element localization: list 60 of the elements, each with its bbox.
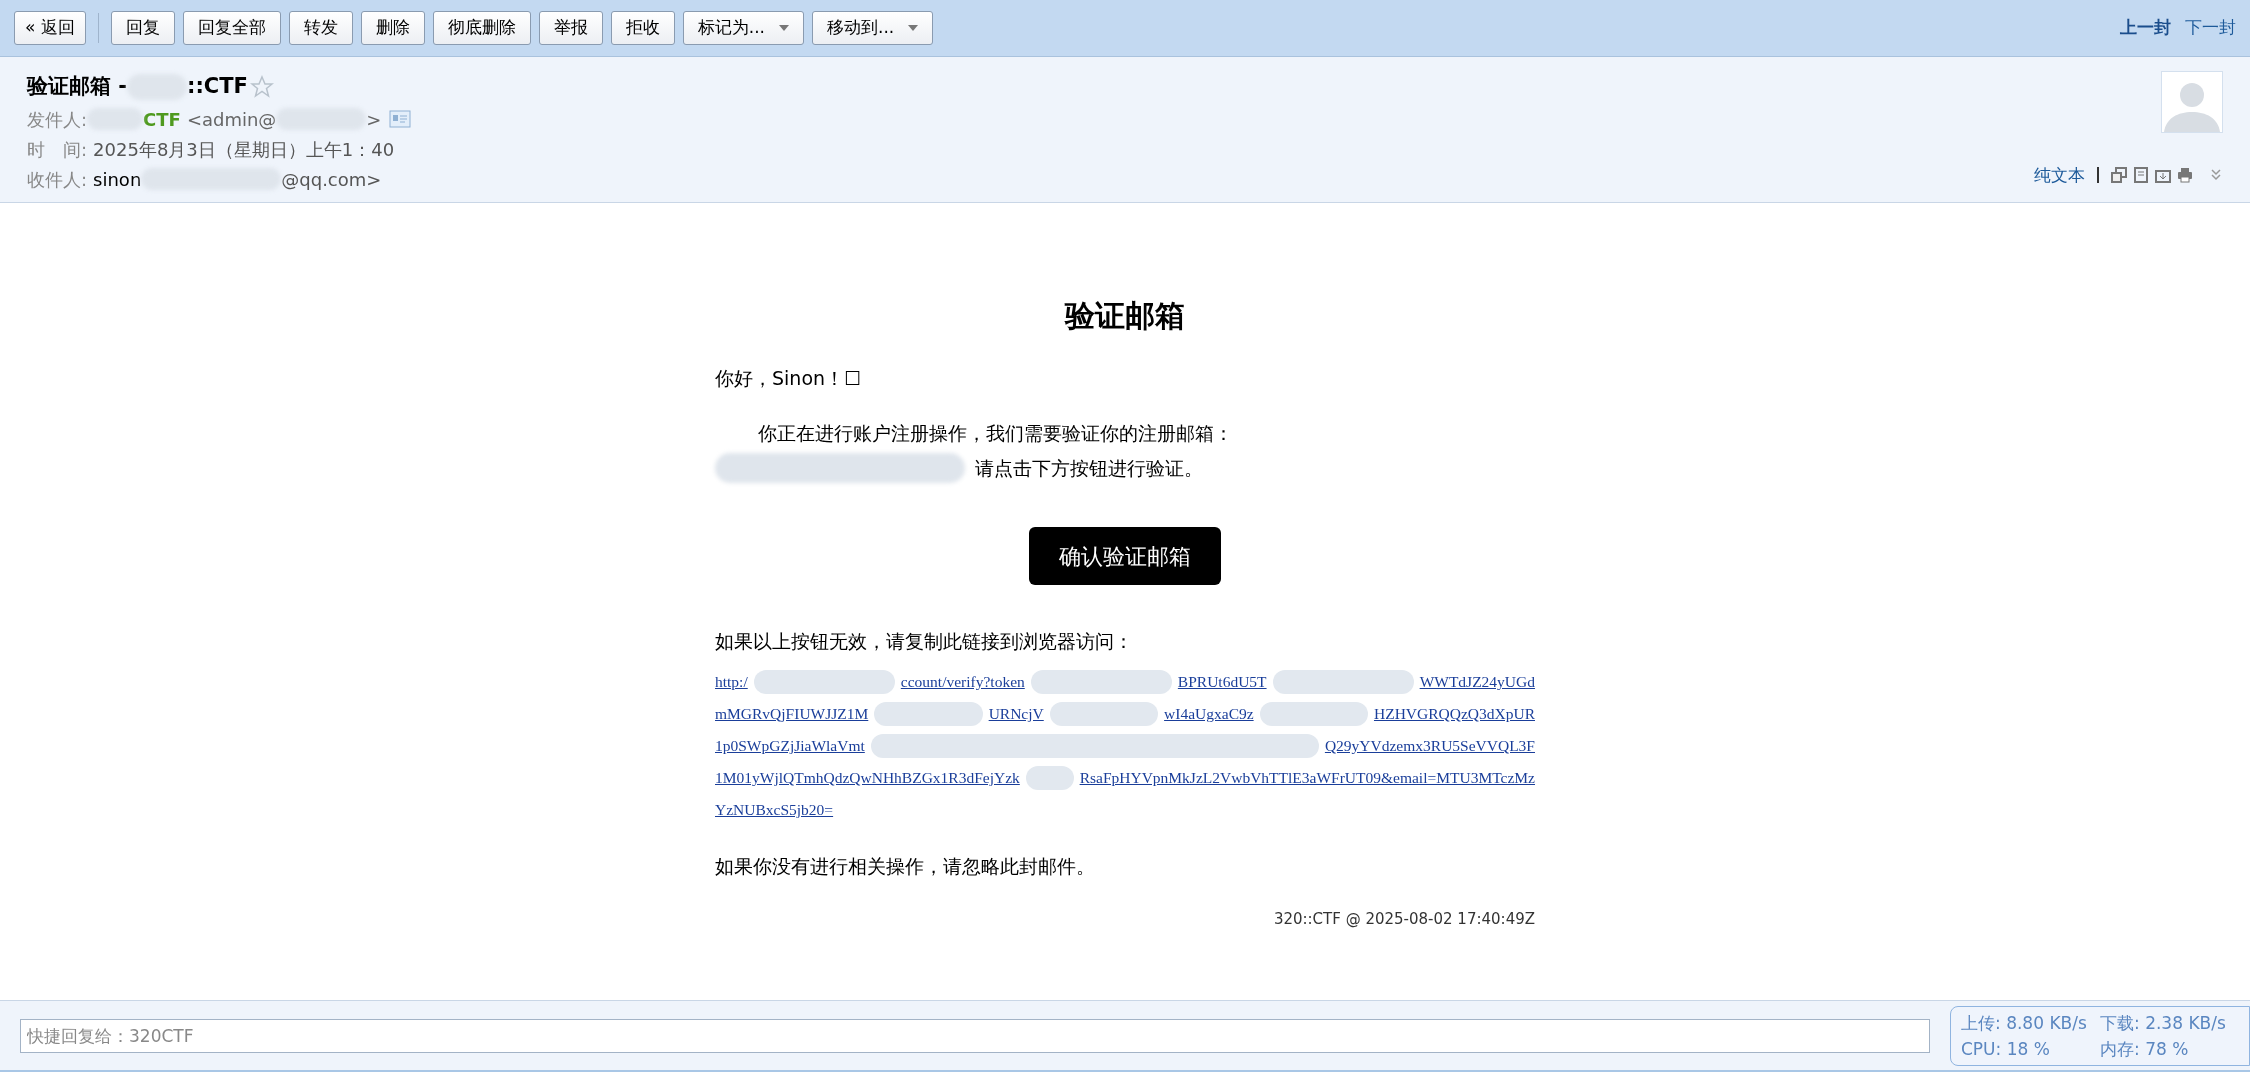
greeting: 你好，Sinon！☐: [715, 366, 863, 391]
confirm-button[interactable]: 确认验证邮箱: [1029, 527, 1221, 585]
quick-reply-field[interactable]: 快捷回复给：320CTF: [20, 1018, 1930, 1053]
verify-link[interactable]: HZHVGRQQzQ3dXpUR: [1373, 701, 1535, 726]
previous-link[interactable]: 上一封: [2120, 15, 2171, 41]
verify-link[interactable]: RsaFpHYVpnMkJzL2VwbVhTTlE3aWFrUT09&email=MTU3MTczMz: [1079, 765, 1535, 790]
window-icon[interactable]: [2111, 167, 2127, 184]
verify-link[interactable]: Q29yYVdzemx3RU5SeVVQL3F: [1324, 733, 1535, 758]
verify-link[interactable]: wI4aUgxaC9z: [1164, 701, 1254, 726]
intro-text-end: 请点击下方按钮进行验证。: [975, 455, 1203, 481]
dropdown-button[interactable]: 移动到...: [812, 11, 934, 45]
toolbar-button[interactable]: 举报: [538, 11, 603, 45]
redaction-scribble: [1025, 765, 1074, 790]
contact-card-icon[interactable]: [389, 110, 412, 128]
verify-link[interactable]: 1M01yWjlQTmhQdzQwNHhBZGx1R3dFejYzk: [715, 765, 1020, 790]
toolbar-button[interactable]: 转发: [288, 11, 353, 45]
signature: 320::CTF @ 2025-08-02 17:40:49Z: [1272, 909, 1535, 930]
dropdown-button[interactable]: 标记为...: [682, 11, 805, 45]
toolbar-button[interactable]: 回复: [110, 11, 175, 45]
star-icon[interactable]: [249, 74, 274, 99]
avatar-icon: [2161, 71, 2223, 133]
upload-speed: 上传: 8.80 KB/s: [1961, 1012, 2088, 1035]
memory-usage: 内存: 78 %: [2100, 1037, 2190, 1061]
verify-link[interactable]: WWTdJZ24yUGd: [1419, 669, 1535, 694]
intro-text: 你正在进行账户注册操作，我们需要验证你的注册邮箱：: [757, 420, 1234, 446]
recipient-address: @qq.com>: [281, 167, 382, 192]
verify-link[interactable]: BPRUt6dU5T: [1177, 669, 1267, 694]
subject-end: ::CTF: [187, 73, 248, 100]
email-title: 验证邮箱: [1063, 297, 1186, 335]
ignore-text: 如果你没有进行相关操作，请忽略此封邮件。: [715, 853, 1096, 879]
verify-link[interactable]: ccount/verify?token: [900, 669, 1025, 694]
caret-icon: [908, 25, 919, 31]
caret-icon: [779, 25, 790, 31]
recipient-name: sinon: [93, 167, 142, 192]
note-icon[interactable]: [2133, 167, 2149, 184]
toolbar-button[interactable]: 回复全部: [182, 11, 281, 45]
verify-link[interactable]: URNcjV: [988, 701, 1044, 726]
to-label: 收件人:: [27, 167, 88, 192]
plain-text-link[interactable]: 纯文本: [2034, 162, 2085, 188]
back-button[interactable]: « 返回: [14, 11, 86, 45]
subject: 验证邮箱 -: [27, 73, 128, 100]
sent-time: 2025年8月3日（星期日）上午1：40: [93, 137, 395, 162]
sender-address: <admin@: [186, 107, 277, 132]
download-icon[interactable]: [2155, 167, 2171, 184]
toolbar-button[interactable]: 彻底删除: [432, 11, 531, 45]
from-label: 发件人:: [27, 107, 88, 132]
sender-address-end: >: [366, 107, 382, 132]
toolbar-button[interactable]: 删除: [360, 11, 425, 45]
next-link[interactable]: 下一封: [2185, 15, 2236, 41]
download-speed: 下载: 2.38 KB/s: [2100, 1012, 2227, 1035]
print-icon[interactable]: [2177, 167, 2193, 184]
verify-link[interactable]: http:/: [715, 669, 748, 694]
verify-link[interactable]: mMGRvQjFIUWJJZ1M: [715, 701, 869, 726]
time-label: 时 间:: [27, 137, 88, 162]
toolbar-button[interactable]: 拒收: [610, 11, 675, 45]
cpu-usage: CPU: 18 %: [1961, 1037, 2051, 1061]
verify-link[interactable]: 1p0SWpGZjJiaWlaVmt: [715, 733, 865, 758]
verify-link[interactable]: YzNUBxcS5jb20=: [715, 797, 834, 822]
fallback-text: 如果以上按钮无效，请复制此链接到浏览器访问：: [715, 629, 1134, 654]
expand-icon[interactable]: [2209, 168, 2223, 183]
